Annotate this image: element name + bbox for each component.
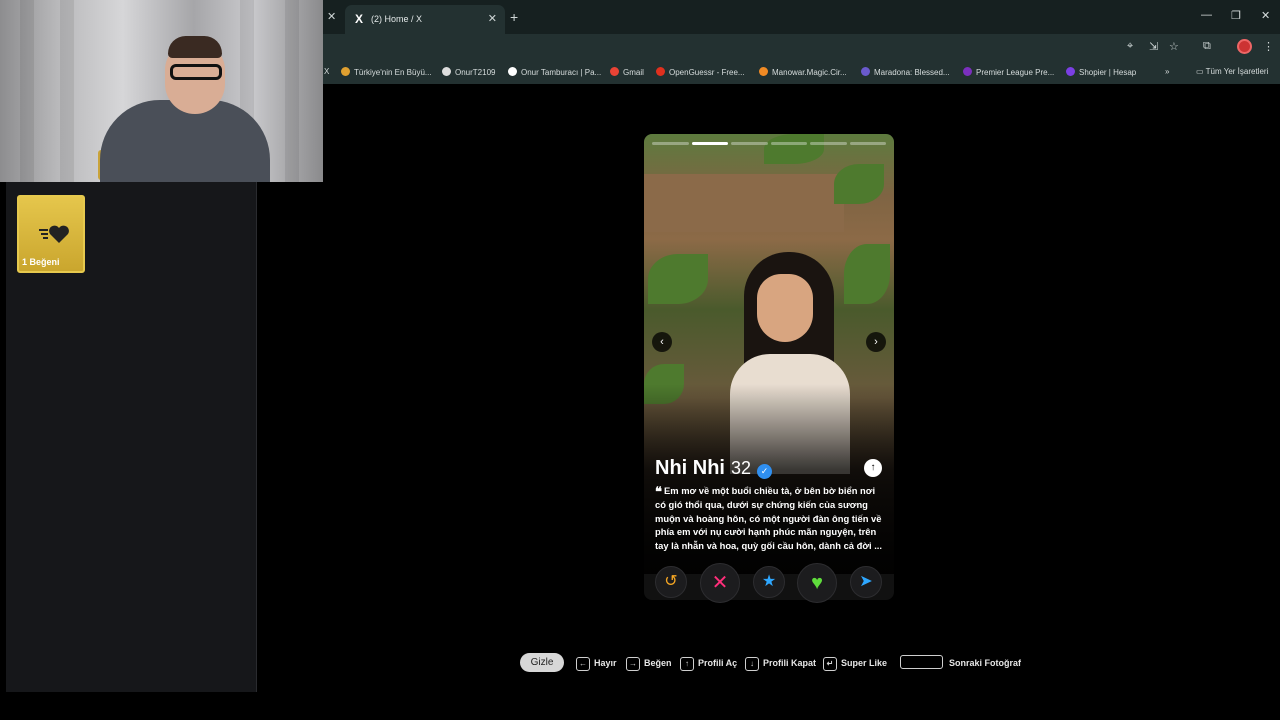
bookmark-item[interactable]: OpenGuessr - Free... <box>656 67 745 77</box>
bookmark-favicon <box>1066 67 1075 76</box>
heart-icon: ♥ <box>811 572 823 594</box>
profile-card[interactable]: ‹ › Nhi Nhi 32 ✓ ↑ ❝ Em mơ về một buổi ch… <box>644 134 894 600</box>
bookmark-item[interactable]: Premier League Pre... <box>963 67 1054 77</box>
arrow-up-icon: ↑ <box>870 462 876 473</box>
space-key-icon <box>900 655 943 669</box>
profile-name: Nhi Nhi <box>655 457 725 479</box>
shortcut-like: → Beğen <box>626 653 672 673</box>
shortcut-super-like: ↵ Super Like <box>823 653 887 673</box>
bookmark-item[interactable]: Türkiye'nin En Büyü... <box>341 67 432 77</box>
open-profile-button[interactable]: ↑ <box>864 459 882 477</box>
address-bar[interactable]: ⌖ ⇲ ☆ ⧉ ⋮ <box>323 34 1280 60</box>
menu-icon[interactable]: ⋮ <box>1263 40 1274 53</box>
folder-icon: ▭ <box>1196 67 1206 76</box>
rewind-icon: ↺ <box>664 573 678 590</box>
previous-photo-button[interactable]: ‹ <box>652 332 672 352</box>
likes-sidebar: 1 Beğeni <box>6 182 257 692</box>
bio-text: Em mơ về một buổi chiều tà, ở bên bờ biể… <box>655 485 883 551</box>
bookmark-favicon <box>610 67 619 76</box>
screen: 1 Beğeni ✕ X (2) Home / X ✕ + — ❐ ✕ ⌖ ⇲ … <box>0 0 1280 720</box>
enter-key-icon: ↵ <box>823 657 837 671</box>
chevron-left-icon: ‹ <box>660 336 664 348</box>
browser-chrome: ✕ X (2) Home / X ✕ + — ❐ ✕ ⌖ ⇲ ☆ ⧉ ⋮ X T… <box>323 0 1280 84</box>
close-tab-icon[interactable]: ✕ <box>327 10 336 23</box>
photo-progress-segment[interactable] <box>810 142 847 145</box>
arrow-up-key-icon: ↑ <box>680 657 694 671</box>
super-like-button[interactable]: ★ <box>753 566 785 598</box>
bookmark-star-icon[interactable]: ☆ <box>1169 40 1179 53</box>
bookmark-overflow-left[interactable]: X <box>324 67 329 76</box>
shortcut-close-profile: ↓ Profili Kapat <box>745 653 816 673</box>
x-logo-icon: X <box>355 12 364 26</box>
photo-progress-segment[interactable] <box>731 142 768 145</box>
bookmark-item[interactable]: Shopier | Hesap <box>1066 67 1136 77</box>
hide-shortcuts-button[interactable]: Gizle <box>520 653 564 672</box>
bookmark-favicon <box>861 67 870 76</box>
bookmarks-overflow-icon[interactable]: » <box>1165 67 1169 76</box>
close-icon[interactable]: ✕ <box>488 12 497 25</box>
minimize-button[interactable]: — <box>1201 9 1212 21</box>
photo-progress-segment[interactable] <box>691 142 728 145</box>
bookmark-favicon <box>341 67 350 76</box>
arrow-left-key-icon: ← <box>576 657 590 671</box>
bookmark-item[interactable]: Gmail <box>610 67 644 77</box>
tab-bar: ✕ X (2) Home / X ✕ + — ❐ ✕ <box>323 0 1280 34</box>
nope-button[interactable]: ✕ <box>700 563 740 603</box>
bookmark-item[interactable]: OnurT2109 <box>442 67 495 77</box>
arrow-down-key-icon: ↓ <box>745 657 759 671</box>
shortcut-next-photo: Sonraki Fotoğraf <box>900 653 1021 673</box>
fast-heart-icon <box>39 225 69 243</box>
tab-home-x[interactable]: X (2) Home / X ✕ <box>345 5 505 34</box>
bookmark-favicon <box>508 67 517 76</box>
star-icon: ★ <box>761 573 777 590</box>
photo-progress-segment[interactable] <box>770 142 807 145</box>
photo-progress <box>652 142 886 145</box>
bookmarks-bar: X Türkiye'nin En Büyü... OnurT2109 Onur … <box>323 60 1280 84</box>
restore-button[interactable]: ❐ <box>1231 9 1241 22</box>
window-close-button[interactable]: ✕ <box>1261 9 1270 22</box>
glasses <box>170 64 222 80</box>
profile-header: Nhi Nhi 32 ✓ <box>655 457 773 480</box>
bookmark-favicon <box>442 67 451 76</box>
likes-count-label: 1 Beğeni <box>22 257 60 267</box>
photo-progress-segment[interactable] <box>652 142 689 145</box>
boost-button[interactable]: ➤ <box>850 566 882 598</box>
profile-avatar[interactable] <box>1237 39 1252 54</box>
photo-progress-segment[interactable] <box>849 142 886 145</box>
bookmark-item[interactable]: Maradona: Blessed... <box>861 67 950 77</box>
all-bookmarks[interactable]: ▭ Tüm Yer İşaretleri <box>1196 67 1268 76</box>
like-button[interactable]: ♥ <box>797 563 837 603</box>
webcam-overlay <box>0 0 323 182</box>
profile-bio: ❝ Em mơ về một buổi chiều tà, ở bên bờ bi… <box>655 484 885 552</box>
send-icon: ➤ <box>859 573 873 590</box>
bookmark-item[interactable]: Manowar.Magic.Cir... <box>759 67 847 77</box>
arrow-right-key-icon: → <box>626 657 640 671</box>
extensions-icon[interactable]: ⧉ <box>1203 40 1211 53</box>
bookmark-item[interactable]: Onur Tamburacı | Pa... <box>508 67 601 77</box>
tab-title: (2) Home / X <box>371 14 423 24</box>
action-bar: ↺ ✕ ★ ♥ ➤ <box>644 563 894 603</box>
new-tab-button[interactable]: + <box>510 9 518 25</box>
bookmark-favicon <box>656 67 665 76</box>
profile-age: 32 <box>731 458 752 478</box>
shortcut-nope: ← Hayır <box>576 653 617 673</box>
location-icon[interactable]: ⌖ <box>1127 40 1133 53</box>
chevron-right-icon: › <box>874 336 878 348</box>
bookmark-favicon <box>759 67 768 76</box>
likes-card[interactable]: 1 Beğeni <box>17 195 85 273</box>
verified-badge-icon: ✓ <box>757 464 773 479</box>
next-photo-button[interactable]: › <box>866 332 886 352</box>
bookmark-favicon <box>963 67 972 76</box>
quote-icon: ❝ <box>655 484 662 499</box>
shortcut-open-profile: ↑ Profili Aç <box>680 653 737 673</box>
rewind-button[interactable]: ↺ <box>655 566 687 598</box>
close-icon: ✕ <box>711 572 729 594</box>
install-icon[interactable]: ⇲ <box>1149 40 1158 53</box>
